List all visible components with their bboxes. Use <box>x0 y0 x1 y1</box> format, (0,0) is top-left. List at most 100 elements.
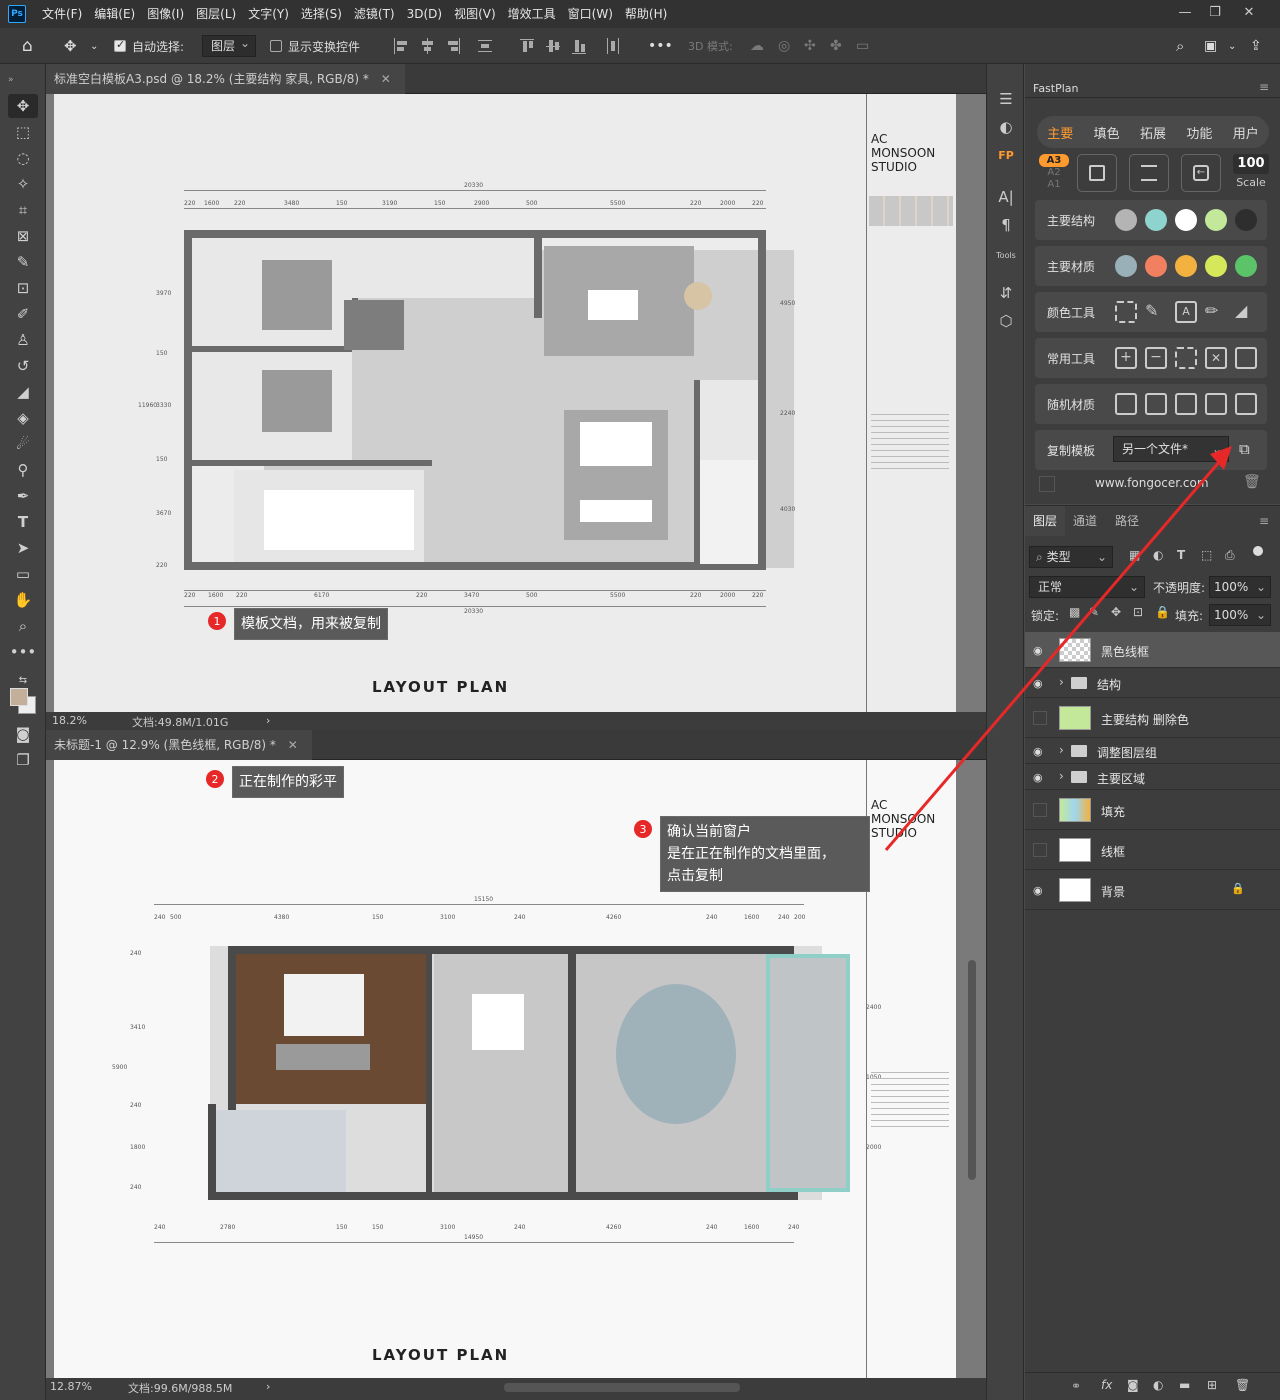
panel-menu-icon[interactable]: ≡ <box>1259 514 1269 528</box>
adjustment-layer-icon[interactable]: ◐ <box>1153 1378 1163 1392</box>
fastplan-icon[interactable]: FP <box>995 144 1017 166</box>
pattern-1-icon[interactable] <box>1115 393 1137 415</box>
menu-file[interactable]: 文件(F) <box>36 0 88 28</box>
move-tool-icon[interactable]: ✥ <box>8 94 38 118</box>
workspace-icon[interactable]: ▣ <box>1204 28 1217 64</box>
subtract-icon[interactable]: − <box>1145 347 1167 369</box>
pattern-2-icon[interactable] <box>1145 393 1167 415</box>
select-fill-icon[interactable] <box>1115 301 1137 323</box>
align-middle-v-icon[interactable] <box>546 38 560 54</box>
color-swatch[interactable] <box>1145 255 1167 277</box>
align-left-icon[interactable] <box>394 38 408 54</box>
doc2-zoom[interactable]: 12.87% <box>50 1380 92 1393</box>
eyedropper-icon[interactable]: ✎ <box>8 250 38 274</box>
eyedropper-icon[interactable]: ✎ <box>1145 301 1167 323</box>
restore-icon[interactable]: ❐ <box>1200 0 1230 24</box>
delete-layer-icon[interactable]: 🗑 <box>1235 1378 1250 1392</box>
type-tool-icon[interactable]: T <box>8 510 38 534</box>
auto-select-checkbox[interactable]: 自动选择: <box>114 28 184 64</box>
show-transform-checkbox[interactable]: 显示变换控件 <box>270 28 360 64</box>
statusbar-chevron-icon[interactable]: › <box>266 714 270 727</box>
crop-tool-icon[interactable]: ⌗ <box>8 198 38 222</box>
fastplan-tab-function[interactable]: 功能 <box>1186 123 1212 142</box>
healing-brush-icon[interactable]: ⊡ <box>8 276 38 300</box>
doc1-zoom[interactable]: 18.2% <box>52 714 87 727</box>
color-swatch[interactable] <box>1235 255 1257 277</box>
eraser-icon[interactable]: ◢ <box>1235 301 1257 323</box>
panel-menu-icon[interactable]: ≡ <box>1259 80 1269 94</box>
auto-select-dropdown[interactable]: 图层 <box>202 28 257 64</box>
color-swatch[interactable] <box>1205 255 1227 277</box>
3d-scale-icon[interactable]: ▭ <box>856 28 869 64</box>
menu-help[interactable]: 帮助(H) <box>619 0 673 28</box>
new-layer-icon[interactable]: ⊞ <box>1207 1378 1217 1392</box>
close-box-icon[interactable]: ✕ <box>1205 347 1227 369</box>
tab-close-icon[interactable]: ✕ <box>288 738 298 752</box>
color-icon[interactable]: ◐ <box>995 116 1017 138</box>
layer-row[interactable]: ◉ 背景 🔒 <box>1025 870 1280 910</box>
history-icon[interactable]: ⇵ <box>995 282 1017 304</box>
rectangle-tool-icon[interactable]: ▭ <box>8 562 38 586</box>
magic-wand-icon[interactable]: ✧ <box>8 172 38 196</box>
zoom-tool-icon[interactable]: ⌕ <box>8 614 38 638</box>
marquee-tool-icon[interactable]: ⬚ <box>8 120 38 144</box>
adjustments-icon[interactable]: ☰ <box>995 88 1017 110</box>
minimize-icon[interactable]: — <box>1170 0 1200 24</box>
distribute-h-icon[interactable] <box>606 38 620 54</box>
color-swatch[interactable] <box>1175 255 1197 277</box>
color-swatch[interactable] <box>1115 209 1137 231</box>
workspace-chevron-icon[interactable]: ⌄ <box>1228 28 1236 64</box>
history-brush-icon[interactable]: ↺ <box>8 354 38 378</box>
hand-tool-icon[interactable]: ✋ <box>8 588 38 612</box>
align-top-icon[interactable] <box>520 38 534 54</box>
menu-type[interactable]: 文字(Y) <box>242 0 295 28</box>
dodge-tool-icon[interactable]: ⚲ <box>8 458 38 482</box>
move-tool-icon[interactable]: ✥ <box>64 28 77 64</box>
menu-select[interactable]: 选择(S) <box>295 0 348 28</box>
search-icon[interactable]: ⌕ <box>1176 28 1184 64</box>
color-swatch[interactable] <box>1175 209 1197 231</box>
paper-size-a1[interactable]: A1 <box>1039 179 1069 191</box>
link-icon[interactable]: ⚭ <box>1071 1379 1081 1393</box>
align-right-icon[interactable] <box>446 38 460 54</box>
3d-pan-icon[interactable]: ✣ <box>804 28 816 64</box>
fastplan-tab-fill[interactable]: 填色 <box>1094 123 1120 142</box>
quick-mask-icon[interactable]: ◙ <box>8 722 38 746</box>
color-swatch[interactable] <box>1145 209 1167 231</box>
3d-cube-icon[interactable]: ⬡ <box>995 310 1017 332</box>
pattern-3-icon[interactable] <box>1175 393 1197 415</box>
path-select-icon[interactable]: ➤ <box>8 536 38 560</box>
selection-icon[interactable] <box>1175 347 1197 369</box>
3d-slide-icon[interactable]: ✤ <box>830 28 842 64</box>
doc1-tab[interactable]: 标准空白模板A3.psd @ 18.2% (主要结构 家具, RGB/8) * … <box>46 64 405 94</box>
pattern-5-icon[interactable] <box>1235 393 1257 415</box>
paragraph-icon[interactable]: ¶ <box>995 214 1017 236</box>
scale-control[interactable]: 100 Scale <box>1233 154 1269 196</box>
menu-window[interactable]: 窗口(W) <box>562 0 619 28</box>
collapse-icon[interactable]: » <box>8 68 38 92</box>
add-icon[interactable]: + <box>1115 347 1137 369</box>
mask-icon[interactable]: ◙ <box>1127 1378 1139 1392</box>
paper-size-a2[interactable]: A2 <box>1039 167 1069 179</box>
distribute-v-icon[interactable] <box>478 38 492 54</box>
split-icon[interactable] <box>1235 347 1257 369</box>
menu-plugins[interactable]: 增效工具 <box>502 0 562 28</box>
stamp-tool-icon[interactable]: ♙ <box>8 328 38 352</box>
fastplan-tab-main[interactable]: 主要 <box>1047 123 1073 142</box>
fx-icon[interactable]: fx <box>1101 1378 1112 1392</box>
close-icon[interactable]: ✕ <box>1234 0 1264 24</box>
pen-tool-icon[interactable]: ✒ <box>8 484 38 508</box>
home-icon[interactable]: ⌂ <box>22 28 33 64</box>
doc1-canvas[interactable]: 20330 220 1600 220 3480 150 3190 150 290… <box>46 94 986 712</box>
pattern-4-icon[interactable] <box>1205 393 1227 415</box>
layers-stack-button[interactable] <box>1129 154 1169 192</box>
new-group-icon[interactable]: ▬ <box>1179 1378 1190 1392</box>
insert-image-button[interactable] <box>1077 154 1117 192</box>
menu-3d[interactable]: 3D(D) <box>401 0 448 28</box>
doc2-canvas[interactable]: 15150 240 500 4380 150 3100 240 4260 240… <box>46 760 986 1378</box>
statusbar-chevron-icon[interactable]: › <box>266 1380 270 1393</box>
color-swatch[interactable] <box>1235 209 1257 231</box>
menu-edit[interactable]: 编辑(E) <box>88 0 141 28</box>
brush-tool-icon[interactable]: ✐ <box>8 302 38 326</box>
3d-orbit-icon[interactable]: ☁ <box>750 28 764 64</box>
